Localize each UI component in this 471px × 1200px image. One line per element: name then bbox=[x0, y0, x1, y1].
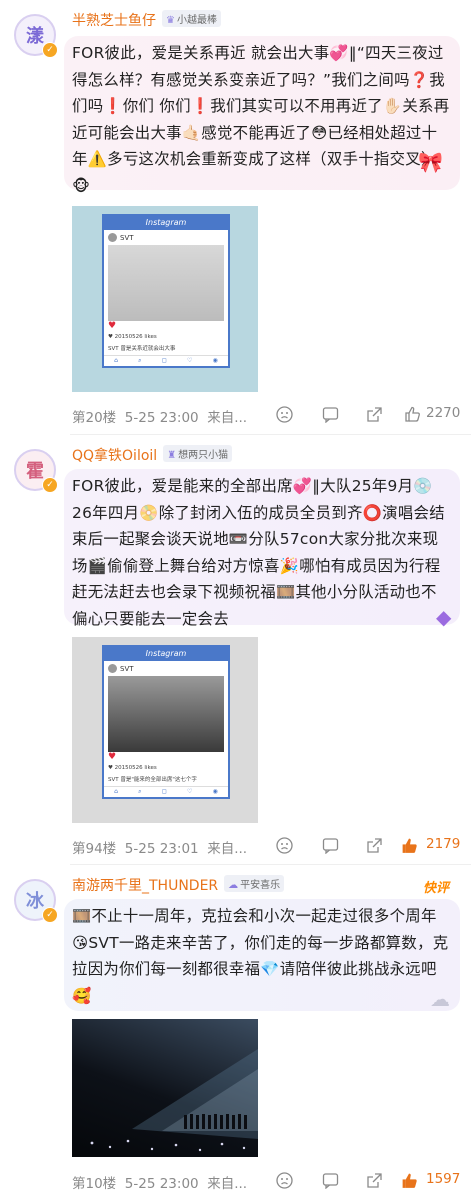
instagram-user: SVT bbox=[104, 661, 228, 676]
comment-icon[interactable] bbox=[322, 1172, 339, 1189]
share-icon[interactable] bbox=[366, 837, 383, 854]
thumbs-up-liked-icon[interactable] bbox=[400, 837, 419, 855]
comment-actions: 1597 bbox=[270, 1171, 461, 1192]
floor-number: 第20楼 bbox=[72, 410, 117, 426]
instagram-caption: SVT 曾是关系近就会出大事 bbox=[108, 346, 176, 352]
instagram-likes: ♥ 20150526 likes bbox=[108, 334, 157, 340]
source: 来自... bbox=[207, 841, 248, 857]
like-count: 2270 bbox=[426, 405, 461, 421]
comment-2: 霍 ✓ QQ拿铁Oiloil ♜ 想两只小猫 FOR彼此，爱是能来的全部出席💞‖大队… bbox=[0, 435, 471, 865]
heart-icon: ♥ bbox=[108, 752, 117, 762]
timestamp: 5-25 23:00 bbox=[124, 410, 199, 426]
comment-text: 🎞️不止十一周年，克拉会和小次一起走过很多个周年😘SVT一路走来辛苦了，你们走的… bbox=[72, 907, 449, 1005]
instagram-header: Instagram bbox=[104, 647, 228, 661]
instagram-nav-bar: ⌂ ⌕ ◻ ♡ ◉ bbox=[104, 786, 228, 797]
comment-icon[interactable] bbox=[322, 406, 339, 423]
hello-kitty-decoration-icon: 🎀 bbox=[418, 150, 443, 174]
comment-text: FOR彼此，爱是能来的全部出席💞‖大队25年9月💿26年四月📀除了封闭入伍的成员… bbox=[72, 477, 445, 628]
fan-badge: ♜ 想两只小猫 bbox=[163, 445, 233, 462]
comment-meta: 第10楼 5-25 23:00 来自... bbox=[72, 1172, 247, 1192]
photo-attachment[interactable] bbox=[72, 1019, 258, 1157]
sad-face-icon[interactable] bbox=[276, 406, 293, 423]
comment-text-bubble: 🎞️不止十一周年，克拉会和小次一起走过很多个周年😘SVT一路走来辛苦了，你们走的… bbox=[64, 899, 460, 1011]
sad-face-icon[interactable] bbox=[276, 1172, 293, 1189]
comment-text: FOR彼此，爱是关系再近 就会出大事💞‖“四天三夜过得怎么样？有感觉关系变亲近了… bbox=[72, 44, 450, 195]
comment-meta: 第94楼 5-25 23:01 来自... bbox=[72, 837, 247, 857]
comment-text-bubble: FOR彼此，爱是关系再近 就会出大事💞‖“四天三夜过得怎么样？有感觉关系变亲近了… bbox=[64, 36, 460, 195]
comment-icon[interactable] bbox=[322, 837, 339, 854]
fan-badge: ☁ 平安喜乐 bbox=[224, 875, 285, 892]
comment-meta: 第20楼 5-25 23:00 来自... bbox=[72, 406, 247, 426]
instagram-header: Instagram bbox=[104, 216, 228, 230]
fan-badge: ♛ 小越最棒 bbox=[162, 10, 221, 27]
verified-badge-icon: ✓ bbox=[42, 907, 58, 923]
comment-3: 冰 ✓ 南游两千里_THUNDER ☁ 平安喜乐 快评 🎞️不止十一周年，克拉会和小… bbox=[0, 865, 471, 1200]
username[interactable]: QQ拿铁Oiloil ♜ 想两只小猫 bbox=[72, 445, 233, 465]
floor-number: 第10楼 bbox=[72, 1176, 117, 1192]
verified-badge-icon: ✓ bbox=[42, 42, 58, 58]
instagram-frame: Instagram SVT ♥ ♥ 20150526 likes SVT 曾是"… bbox=[102, 645, 230, 799]
floor-number: 第94楼 bbox=[72, 841, 117, 857]
user-avatar-icon bbox=[108, 664, 117, 673]
share-icon[interactable] bbox=[366, 406, 383, 423]
group-photo bbox=[108, 676, 224, 752]
purple-gem-decoration-icon: ◆ bbox=[436, 605, 452, 629]
instagram-user: SVT bbox=[104, 230, 228, 245]
photo-attachment[interactable]: Instagram SVT ♥ ♥ 20150526 likes SVT 曾是"… bbox=[72, 637, 258, 823]
source: 来自... bbox=[207, 1176, 248, 1192]
username[interactable]: 南游两千里_THUNDER ☁ 平安喜乐 bbox=[72, 875, 285, 895]
user-avatar-icon bbox=[108, 233, 117, 242]
source: 来自... bbox=[207, 410, 248, 426]
instagram-nav-bar: ⌂ ⌕ ◻ ♡ ◉ bbox=[104, 355, 228, 366]
verified-badge-icon: ✓ bbox=[42, 477, 58, 493]
share-icon[interactable] bbox=[366, 1172, 383, 1189]
timestamp: 5-25 23:01 bbox=[124, 841, 199, 857]
instagram-frame: Instagram SVT ♥ ♥ 20150526 likes SVT 曾是关… bbox=[102, 214, 230, 368]
photo-attachment[interactable]: Instagram SVT ♥ ♥ 20150526 likes SVT 曾是关… bbox=[72, 206, 258, 392]
username[interactable]: 半熟芝士鱼仔 ♛ 小越最棒 bbox=[72, 10, 221, 30]
comment-actions: 2270 bbox=[270, 405, 461, 426]
like-count: 1597 bbox=[426, 1171, 461, 1187]
instagram-likes: ♥ 20150526 likes bbox=[108, 765, 157, 771]
comment-actions: 2179 bbox=[270, 836, 461, 857]
badge-icon: ☁ bbox=[228, 880, 239, 891]
comment-1: 漾 ✓ 半熟芝士鱼仔 ♛ 小越最棒 FOR彼此，爱是关系再近 就会出大事💞‖“四天三… bbox=[0, 0, 471, 435]
thumbs-up-icon[interactable] bbox=[404, 406, 421, 423]
like-count: 2179 bbox=[426, 836, 461, 852]
quick-comment-tag: 快评 bbox=[422, 881, 449, 896]
timestamp: 5-25 23:00 bbox=[124, 1176, 199, 1192]
sad-face-icon[interactable] bbox=[276, 837, 293, 854]
group-photo bbox=[108, 245, 224, 321]
badge-icon: ♛ bbox=[166, 15, 175, 26]
instagram-caption: SVT 曾是"能来的全部出席"这七个字 bbox=[108, 777, 197, 783]
badge-icon: ♜ bbox=[167, 450, 177, 461]
comment-text-bubble: FOR彼此，爱是能来的全部出席💞‖大队25年9月💿26年四月📀除了封闭入伍的成员… bbox=[64, 469, 460, 628]
thumbs-up-liked-icon[interactable] bbox=[400, 1172, 419, 1190]
cloud-decoration-icon: ☁ bbox=[430, 987, 450, 1011]
heart-icon: ♥ bbox=[108, 321, 117, 331]
concert-stage-photo bbox=[90, 1049, 258, 1152]
